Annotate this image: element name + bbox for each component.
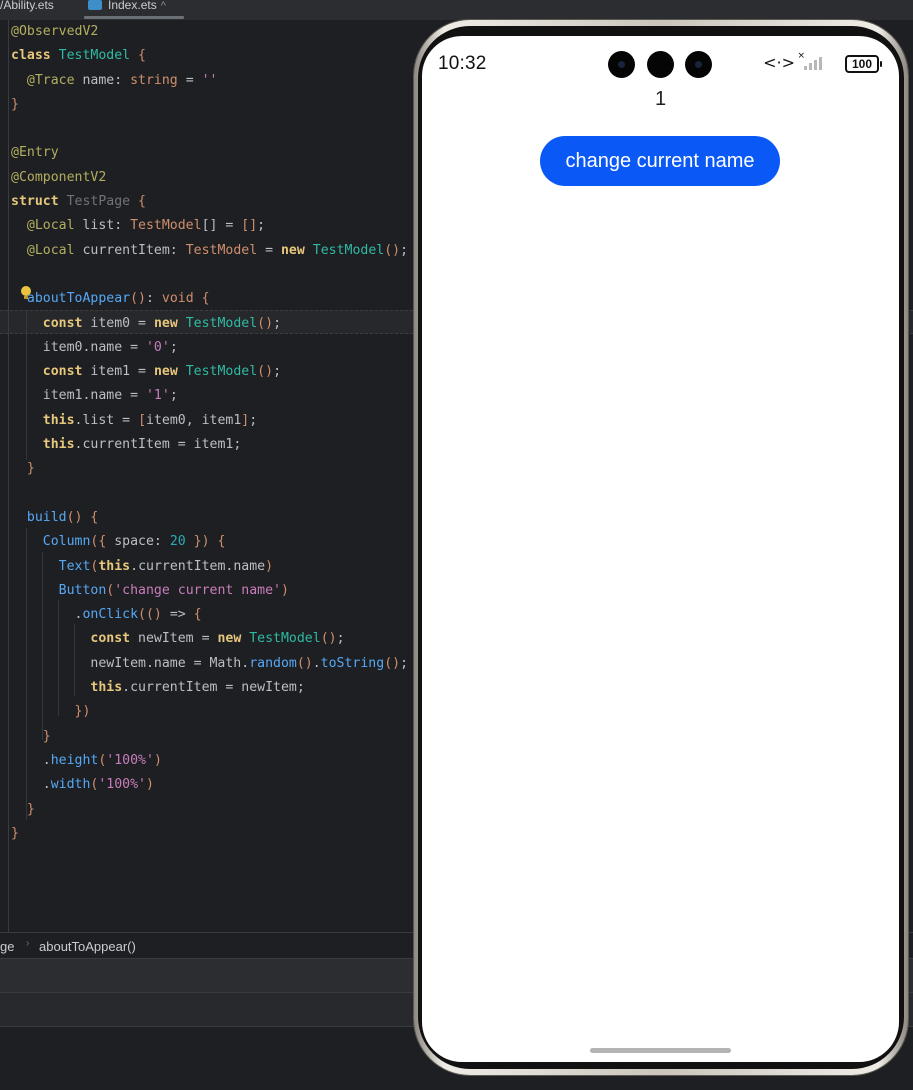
code-line[interactable]: class TestModel { bbox=[11, 44, 408, 68]
code-line[interactable] bbox=[11, 263, 408, 287]
code-line[interactable]: newItem.name = Math.random().toString(); bbox=[11, 652, 408, 676]
home-indicator[interactable] bbox=[590, 1048, 731, 1053]
code-line[interactable]: } bbox=[11, 725, 408, 749]
code-line[interactable]: item1.name = '1'; bbox=[11, 384, 408, 408]
front-camera-icon bbox=[685, 51, 712, 78]
code-line[interactable]: item0.name = '0'; bbox=[11, 336, 408, 360]
breadcrumb-current[interactable]: aboutToAppear() bbox=[39, 939, 136, 954]
code-line[interactable]: this.currentItem = newItem; bbox=[11, 676, 408, 700]
code-line[interactable]: @ObservedV2 bbox=[11, 20, 408, 44]
device-screen[interactable]: 10:32 <·> × 100 1 change current name bbox=[422, 36, 899, 1062]
code-line[interactable] bbox=[11, 482, 408, 506]
tab-label: /Ability.ets bbox=[0, 0, 54, 12]
signal-strength-icon bbox=[804, 56, 824, 70]
active-tab-indicator bbox=[84, 16, 184, 19]
code-line[interactable]: @ComponentV2 bbox=[11, 166, 408, 190]
code-line[interactable]: .onClick(() => { bbox=[11, 603, 408, 627]
code-line[interactable]: } bbox=[11, 798, 408, 822]
code-line[interactable]: Column({ space: 20 }) { bbox=[11, 530, 408, 554]
editor-tab-bar: /Ability.ets Index.ets ^ bbox=[0, 0, 913, 20]
code-line[interactable]: this.list = [item0, item1]; bbox=[11, 409, 408, 433]
front-sensor-icon bbox=[647, 51, 674, 78]
code-line[interactable]: @Entry bbox=[11, 141, 408, 165]
data-transfer-icon: <·> bbox=[763, 53, 795, 72]
battery-icon: 100 bbox=[845, 55, 882, 73]
code-text[interactable]: @ObservedV2 class TestModel { @Trace name… bbox=[11, 20, 408, 846]
code-line[interactable]: aboutToAppear(): void { bbox=[11, 287, 408, 311]
tab-close-icon[interactable]: ^ bbox=[161, 0, 166, 12]
tab-label: Index.ets bbox=[108, 0, 157, 12]
code-line[interactable]: const item0 = new TestModel(); bbox=[11, 312, 408, 336]
code-line[interactable]: } bbox=[11, 93, 408, 117]
code-line[interactable]: .width('100%') bbox=[11, 773, 408, 797]
code-line[interactable]: @Local list: TestModel[] = []; bbox=[11, 214, 408, 238]
current-name-text: 1 bbox=[654, 88, 667, 110]
code-line[interactable]: } bbox=[11, 457, 408, 481]
code-line[interactable]: struct TestPage { bbox=[11, 190, 408, 214]
status-time: 10:32 bbox=[438, 53, 487, 74]
tab-ability-ets[interactable]: /Ability.ets bbox=[0, 0, 54, 20]
code-line[interactable]: Text(this.currentItem.name) bbox=[11, 555, 408, 579]
code-line[interactable]: .height('100%') bbox=[11, 749, 408, 773]
gutter-divider bbox=[8, 20, 9, 932]
code-line[interactable]: } bbox=[11, 822, 408, 846]
code-line[interactable] bbox=[11, 117, 408, 141]
code-line[interactable]: build() { bbox=[11, 506, 408, 530]
breadcrumb-parent[interactable]: ge bbox=[0, 939, 14, 954]
code-line[interactable]: Button('change current name') bbox=[11, 579, 408, 603]
change-current-name-button[interactable]: change current name bbox=[540, 136, 780, 186]
lightbulb-icon[interactable] bbox=[21, 286, 31, 299]
code-line[interactable]: }) bbox=[11, 700, 408, 724]
ets-file-icon bbox=[88, 0, 102, 10]
code-line[interactable]: const item1 = new TestModel(); bbox=[11, 360, 408, 384]
battery-level: 100 bbox=[851, 57, 873, 71]
code-line[interactable]: @Local currentItem: TestModel = new Test… bbox=[11, 239, 408, 263]
code-line[interactable]: @Trace name: string = '' bbox=[11, 69, 408, 93]
code-line[interactable]: const newItem = new TestModel(); bbox=[11, 627, 408, 651]
breadcrumb-separator-icon: › bbox=[26, 938, 30, 949]
front-camera-icon bbox=[608, 51, 635, 78]
code-line[interactable]: this.currentItem = item1; bbox=[11, 433, 408, 457]
